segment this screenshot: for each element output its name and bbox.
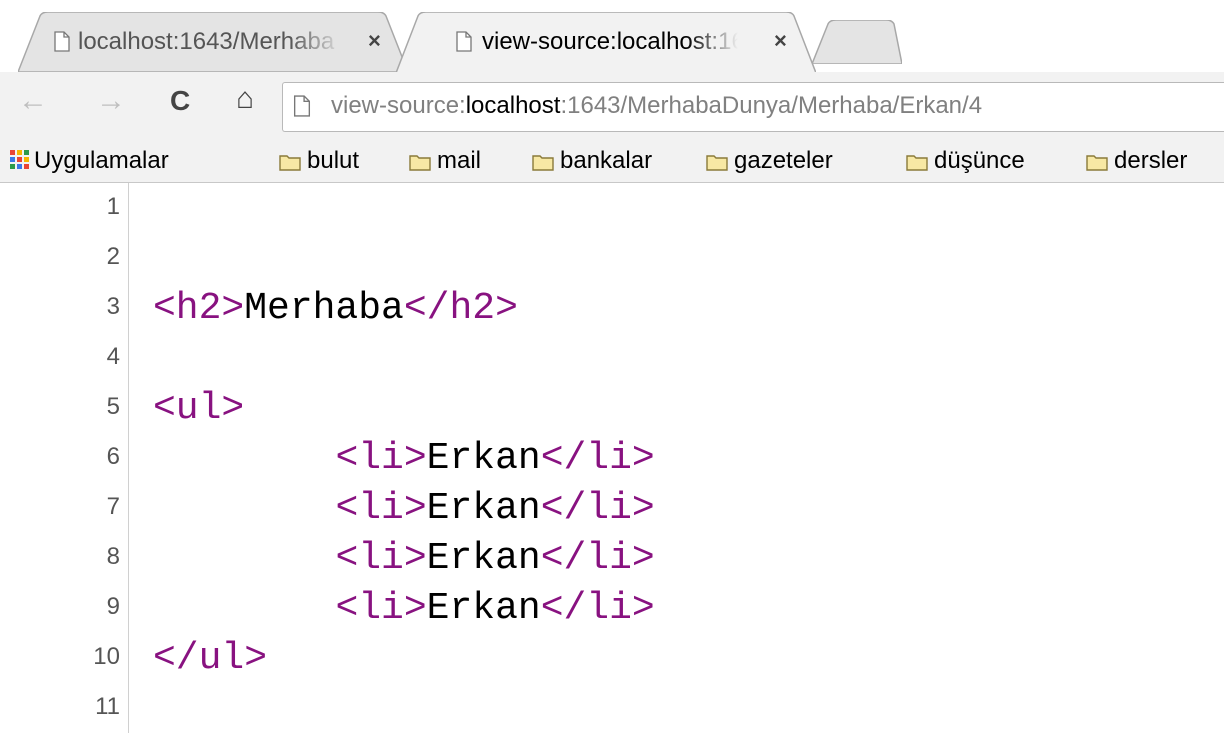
folder-icon [1086, 155, 1108, 171]
tab-localhost[interactable]: localhost:1643/Merhaba × [18, 12, 408, 72]
url-host: localhost [465, 92, 561, 119]
line-number: 9 [106, 593, 120, 620]
bookmark-folder-bankalar[interactable]: bankalar [532, 147, 652, 175]
line-number: 6 [106, 443, 120, 470]
source-line: 6 <li>Erkan</li> [0, 433, 1224, 483]
tab-close-icon[interactable]: × [774, 28, 787, 54]
code-text: <h2>Merhaba</h2> [153, 287, 518, 330]
url-scheme: view-source: [331, 92, 466, 119]
new-tab-icon [812, 20, 902, 64]
tab-view-source[interactable]: view-source:localhost:1643 × [396, 12, 816, 73]
line-number: 3 [106, 293, 120, 320]
source-line: 1 [0, 183, 1224, 233]
code-text: <li>Erkan</li> [153, 437, 655, 480]
code-text: <li>Erkan</li> [153, 537, 655, 580]
bookmark-label: mail [437, 147, 482, 174]
back-icon[interactable]: ← [18, 84, 48, 118]
url-text[interactable]: view-source:localhost:1643/MerhabaDunya/… [331, 92, 982, 120]
tab-title: view-source:localhost:1643 [482, 28, 738, 55]
bookmark-label: dersler [1114, 147, 1188, 174]
code-text: <li>Erkan</li> [153, 487, 655, 530]
text-node: Erkan [426, 487, 541, 530]
apps-grid-icon [10, 150, 30, 170]
folder-icon [706, 155, 728, 171]
tab-title: localhost:1643/Merhaba [78, 28, 335, 55]
bookmark-folder-bulut[interactable]: bulut [279, 147, 359, 175]
tag-close: </li> [540, 437, 655, 480]
tag-close: </ul> [153, 637, 268, 680]
page-icon [54, 31, 70, 52]
tag-open: <h2> [153, 287, 245, 330]
code-text: <ul> [153, 387, 244, 430]
source-line: 3 <h2>Merhaba</h2> [0, 283, 1224, 333]
folder-icon [906, 155, 928, 171]
tab-strip: localhost:1643/Merhaba × view-source:loc… [0, 0, 1224, 73]
line-number: 1 [106, 193, 120, 220]
url-path: :1643/MerhabaDunya/Merhaba/Erkan/4 [560, 92, 983, 119]
toolbar: ← → C ⌂ view-source:localhost:1643/Merha… [0, 72, 1224, 140]
line-number: 11 [95, 693, 120, 720]
tag-close: </li> [540, 487, 655, 530]
tag-open: <li> [335, 587, 427, 630]
line-number: 4 [106, 343, 120, 370]
tag-close: </li> [540, 537, 655, 580]
tab-close-icon[interactable]: × [368, 28, 381, 54]
folder-icon [532, 155, 554, 171]
bookmark-label: bulut [307, 147, 360, 174]
text-node: Erkan [426, 587, 541, 630]
tag-open: <ul> [153, 387, 245, 430]
line-number: 2 [106, 243, 120, 270]
bookmark-label: bankalar [560, 147, 653, 174]
browser-chrome: localhost:1643/Merhaba × view-source:loc… [0, 0, 1224, 183]
line-number: 8 [106, 543, 120, 570]
text-node: Erkan [426, 537, 541, 580]
source-line: 10 </ul> [0, 633, 1224, 683]
line-number: 7 [106, 493, 120, 520]
bookmark-folder-dersler[interactable]: dersler [1086, 147, 1187, 175]
source-line: 11 [0, 683, 1224, 733]
source-line: 9 <li>Erkan</li> [0, 583, 1224, 633]
code-text: <li>Erkan</li> [153, 587, 655, 630]
text-node: Merhaba [244, 287, 404, 330]
text-node: Erkan [426, 437, 541, 480]
tag-open: <li> [335, 437, 427, 480]
source-view[interactable]: 1 2 3 <h2>Merhaba</h2> 4 5 <ul> 6 <li>Er… [0, 183, 1224, 733]
reload-icon[interactable]: C [170, 85, 190, 117]
bookmark-label: düşünce [934, 147, 1025, 174]
source-line: 8 <li>Erkan</li> [0, 533, 1224, 583]
tag-close: </li> [540, 587, 655, 630]
tag-open: <li> [335, 487, 427, 530]
forward-icon[interactable]: → [96, 84, 126, 118]
line-number: 10 [93, 643, 120, 670]
page-icon [293, 95, 311, 117]
bookmark-label: gazeteler [734, 147, 833, 174]
bookmark-folder-mail[interactable]: mail [409, 147, 481, 175]
code-text: </ul> [153, 637, 267, 680]
tag-close: </h2> [403, 287, 518, 330]
folder-icon [279, 155, 301, 171]
source-line: 2 [0, 233, 1224, 283]
source-line: 5 <ul> [0, 383, 1224, 433]
line-number: 5 [106, 393, 120, 420]
bookmark-folder-gazeteler[interactable]: gazeteler [706, 147, 833, 175]
source-line: 4 [0, 333, 1224, 383]
tag-open: <li> [335, 537, 427, 580]
folder-icon [409, 155, 431, 171]
new-tab-button[interactable] [812, 12, 902, 72]
bookmarks-bar: Uygulamalar bulut mail bankalar gazetele… [0, 140, 1224, 183]
bookmark-apps[interactable]: Uygulamalar [10, 147, 169, 175]
source-line: 7 <li>Erkan</li> [0, 483, 1224, 533]
address-bar[interactable]: view-source:localhost:1643/MerhabaDunya/… [282, 82, 1224, 132]
home-icon[interactable]: ⌂ [236, 82, 254, 116]
bookmark-label: Uygulamalar [34, 147, 169, 174]
bookmark-folder-dusunce[interactable]: düşünce [906, 147, 1025, 175]
page-icon [456, 31, 472, 52]
